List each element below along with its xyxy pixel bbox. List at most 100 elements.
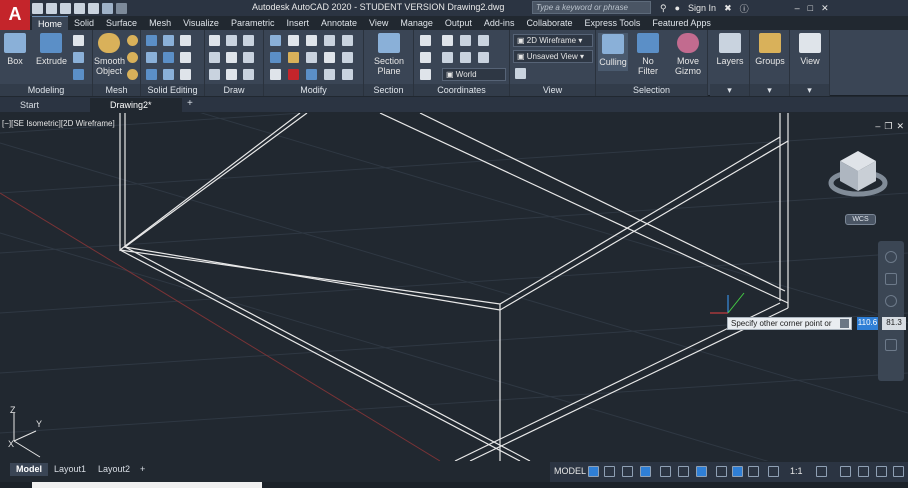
sign-in-link[interactable]: Sign In [688,3,716,13]
section-plane-button[interactable]: Section Plane [372,33,406,76]
save-icon[interactable] [60,2,71,14]
annotation-visibility-icon[interactable] [768,466,779,477]
viewport-config-icon[interactable] [515,68,526,79]
minimize-icon[interactable]: – [795,3,800,13]
rectangle-icon[interactable] [226,69,237,80]
redo-icon[interactable] [116,2,127,14]
search-icon[interactable]: ⚲ [660,3,667,14]
extrude-button[interactable]: Extrude [36,33,67,66]
tab-view[interactable]: View [363,16,394,30]
vp-close-icon[interactable]: ✕ [896,121,904,132]
ucs-world-icon[interactable] [442,35,453,46]
ucs-y-icon[interactable] [460,52,471,63]
modeling-title[interactable]: Modeling [0,84,92,96]
visual-style-select[interactable]: ▣ 2D Wireframe ▾ [513,34,593,47]
workspace-gear-icon[interactable] [816,466,827,477]
isodraft-icon[interactable] [660,466,671,477]
polyline-icon[interactable] [226,35,237,46]
mesh-refine-icon[interactable] [127,69,138,80]
tab-annotate[interactable]: Annotate [315,16,363,30]
mesh-title[interactable]: Mesh [93,84,140,96]
grid-icon[interactable] [588,466,599,477]
saved-view-select[interactable]: ▣ Unsaved View ▾ [513,50,593,63]
showmotion-icon[interactable] [885,339,897,351]
arc-icon[interactable] [243,35,254,46]
help-icon[interactable]: ⓘ [740,2,749,15]
save-as-icon[interactable] [74,2,85,14]
view-button[interactable]: View [795,33,825,66]
ucs-z-icon[interactable] [478,52,489,63]
box-button[interactable]: Box [4,33,26,66]
3d-align-icon[interactable] [288,52,299,63]
tab-output[interactable]: Output [439,16,478,30]
extract-edges-icon[interactable] [180,69,191,80]
separate-icon[interactable] [146,69,157,80]
cart-icon[interactable]: ✖ [724,3,732,14]
3d-move-icon[interactable] [270,35,281,46]
coordinates-title[interactable]: Coordinates [414,84,509,96]
3d-mirror-icon[interactable] [270,52,281,63]
lineweight-icon[interactable] [716,466,727,477]
rotate-icon[interactable] [306,52,317,63]
command-line[interactable] [32,482,262,488]
tab-visualize[interactable]: Visualize [177,16,225,30]
user-icon[interactable]: ● [675,3,680,13]
tab-surface[interactable]: Surface [100,16,143,30]
circle-icon[interactable] [226,52,237,63]
tab-model[interactable]: Model [10,463,48,476]
open-icon[interactable] [46,2,57,14]
erase-icon[interactable] [288,69,299,80]
dynamic-input-x[interactable]: 110.6 [857,317,878,330]
wcs-menu[interactable]: WCS [845,214,876,225]
polysolid-icon[interactable] [73,35,84,46]
hatch-icon[interactable] [243,69,254,80]
interfere-icon[interactable] [163,52,174,63]
steering-wheel-icon[interactable] [885,251,897,263]
move-gizmo-button[interactable]: Move Gizmo [672,33,704,76]
explode-icon[interactable] [270,69,281,80]
model-space-button[interactable]: MODEL [554,466,586,476]
ucs-x-icon[interactable] [478,35,489,46]
plot-icon[interactable] [88,2,99,14]
no-filter-button[interactable]: No Filter [632,33,664,76]
annotation-scale[interactable]: 1:1 [790,466,803,476]
vp-restore-icon[interactable]: ❐ [884,121,892,132]
pan-icon[interactable] [885,273,897,285]
copy-icon[interactable] [324,35,335,46]
close-icon[interactable]: ✕ [821,3,829,14]
mesh-smooth-more-icon[interactable] [127,35,138,46]
trim-icon[interactable] [342,35,353,46]
union-icon[interactable] [146,35,157,46]
scale-icon[interactable] [306,69,317,80]
object-snap-tracking-icon[interactable] [678,466,689,477]
presspull-icon[interactable] [73,52,84,63]
tab-solid[interactable]: Solid [68,16,100,30]
subtract-icon[interactable] [163,35,174,46]
tab-collaborate[interactable]: Collaborate [520,16,578,30]
layers-expand[interactable]: ▾ [710,84,749,96]
transparency-icon[interactable] [732,466,743,477]
view-title[interactable]: View [510,84,595,96]
groups-button[interactable]: Groups [754,33,786,66]
ucs-world-select[interactable]: ▣ World [442,68,506,81]
navigation-bar[interactable] [878,241,904,381]
dynamic-input-y[interactable]: 81.3 [882,317,906,330]
ucs-view-icon[interactable] [442,52,453,63]
3d-rotate-icon[interactable] [288,35,299,46]
polar-icon[interactable] [640,466,651,477]
doc-tab-start[interactable]: Start [0,98,90,112]
offset-icon[interactable] [324,69,335,80]
new-tab-icon[interactable]: + [187,98,193,109]
snap-icon[interactable] [604,466,615,477]
doc-tab-drawing2[interactable]: Drawing2* [90,98,182,112]
maximize-icon[interactable]: □ [808,3,813,13]
tab-mesh[interactable]: Mesh [143,16,177,30]
tab-featured-apps[interactable]: Featured Apps [646,16,717,30]
fillet-edge-icon[interactable] [163,69,174,80]
vp-minimize-icon[interactable]: – [875,121,880,132]
layers-button[interactable]: Layers [715,33,745,66]
customization-icon[interactable] [893,466,904,477]
loft-icon[interactable] [73,69,84,80]
tab-add-ins[interactable]: Add-ins [478,16,521,30]
selection-title[interactable]: Selection [596,84,707,96]
